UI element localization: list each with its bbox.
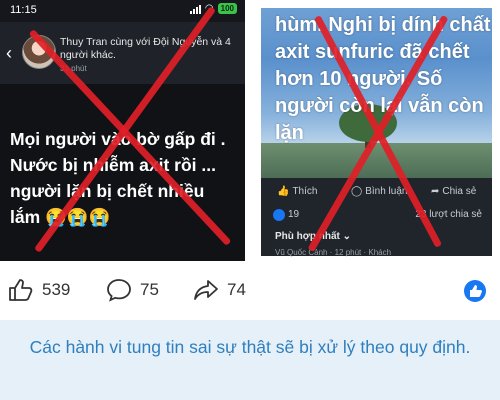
like-label: Thích [292,186,318,197]
facebook-like-reaction-icon [464,280,486,302]
like-count: 539 [42,280,71,299]
reaction-like-icon [273,209,285,221]
comment-count: 75 [140,280,159,299]
caption-banner: Các hành vi tung tin sai sự thật sẽ bị x… [0,320,500,400]
share-icon: ➦ [431,186,440,197]
comment-snippet: Vũ Quốc Cảnh · 12 phút · Khách [275,248,392,257]
comment-bubble-icon [107,279,131,302]
comment-button[interactable]: ◯ Bình luận [351,186,407,197]
share-arrow-icon [194,280,218,300]
share-label: Chia sẻ [442,186,477,197]
share-count-total: 74 [227,280,246,299]
signal-icon [189,4,201,14]
like-stat[interactable]: 539 [8,278,70,302]
comment-icon: ◯ [351,186,363,197]
image-ground [261,143,492,178]
post-header: ‹ Thuy Tran cùng với Đội Nguyễn và 4 ngư… [0,22,245,84]
post-image: hùm. Nghi bị dính chất axit sunfuric đã … [261,8,492,178]
facebook-action-bar: 👍 Thích ◯ Bình luận ➦ Chia sẻ 19 23 lượt… [261,178,492,257]
thumbs-up-icon [9,279,33,301]
share-stat[interactable]: 74 [193,278,246,302]
battery-icon: 100 [217,3,237,14]
right-post-screenshot: hùm. Nghi bị dính chất axit sunfuric đã … [253,0,500,261]
thumbs-up-icon: 👍 [277,186,290,197]
like-button[interactable]: 👍 Thích [277,186,317,197]
comment-label: Bình luận [365,186,408,197]
status-time: 11:15 [10,4,37,16]
left-post-screenshot: 11:15 ◠ 100 ‹ Thuy Tran cùng với Đội Ngu… [0,0,245,261]
post-author-line[interactable]: Thuy Tran cùng với Đội Nguyễn và 4 người… [60,36,235,62]
comment-stat[interactable]: 75 [106,278,159,302]
back-arrow-icon[interactable]: ‹ [6,44,12,62]
caption-text: Các hành vi tung tin sai sự thật sẽ bị x… [29,337,471,357]
reaction-count[interactable]: 19 [288,209,299,220]
share-button[interactable]: ➦ Chia sẻ [431,186,476,197]
engagement-stats-row: 539 75 74 [0,262,500,320]
post-body: Mọi người vào bờ gấp đi . Nước bị nhiễm … [0,84,245,261]
